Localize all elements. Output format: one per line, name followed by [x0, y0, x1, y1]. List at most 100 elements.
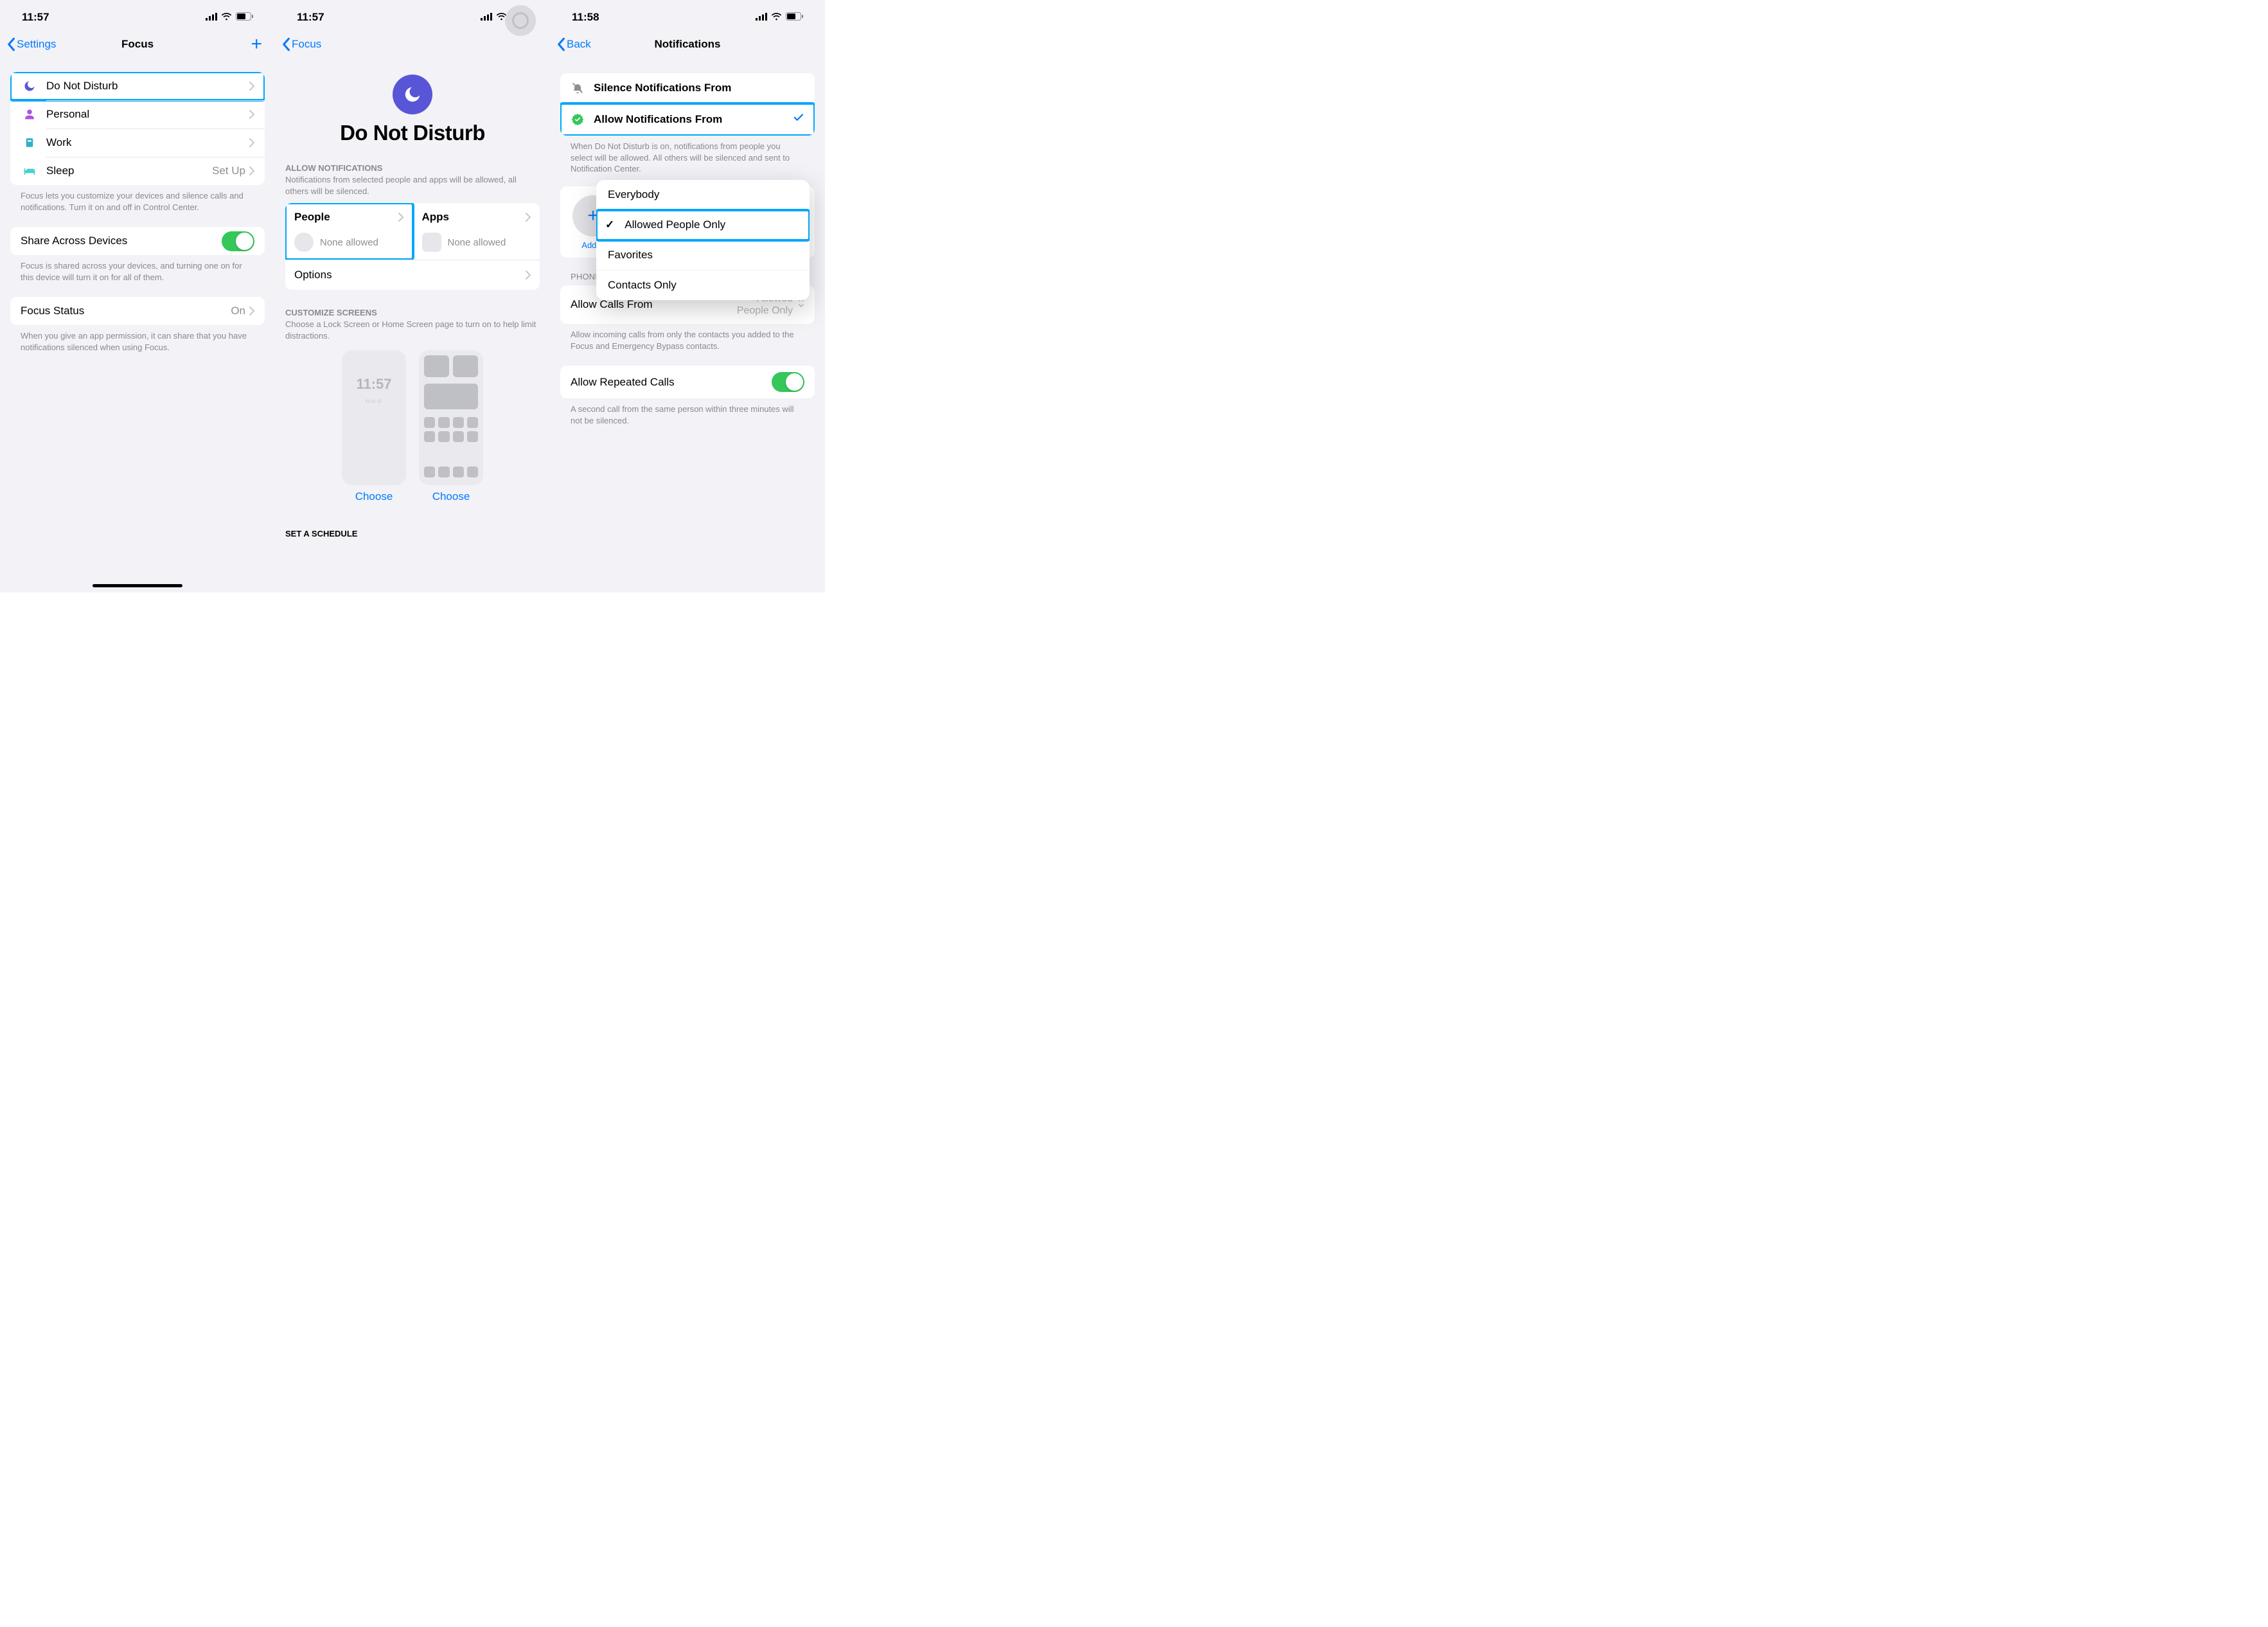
- row-detail: Set Up: [212, 164, 245, 177]
- row-label: Silence Notifications From: [594, 82, 804, 94]
- choose-buttons: Choose Choose: [275, 490, 550, 503]
- footer-text: A second call from the same person withi…: [550, 398, 825, 426]
- row-detail: On: [231, 305, 245, 317]
- app-placeholder: [453, 431, 464, 442]
- none-allowed-label: None allowed: [320, 237, 378, 248]
- cell-title: Apps: [422, 211, 450, 224]
- row-silence-from[interactable]: Silence Notifications From: [560, 73, 815, 103]
- row-personal[interactable]: Personal: [10, 100, 265, 129]
- row-focus-status[interactable]: Focus Status On: [10, 297, 265, 325]
- chevron-left-icon: [281, 37, 290, 51]
- dock-placeholder: [453, 467, 464, 477]
- popover-option-contacts-only[interactable]: Contacts Only: [596, 271, 810, 300]
- chevron-right-icon: [526, 271, 531, 280]
- status-time: 11:58: [572, 11, 599, 24]
- loading-indicator: [505, 5, 536, 36]
- choose-lock-button[interactable]: Choose: [342, 490, 406, 503]
- options-row[interactable]: Options: [285, 260, 540, 290]
- section-subtext: Notifications from selected people and a…: [275, 173, 550, 197]
- dock-placeholder: [438, 467, 449, 477]
- chevron-right-icon: [249, 110, 254, 119]
- nav-title: Notifications: [550, 38, 825, 51]
- status-bar: 11:58: [550, 0, 825, 30]
- chevron-left-icon: [6, 37, 15, 51]
- battery-icon: [236, 11, 253, 24]
- dock-placeholder: [424, 467, 435, 477]
- checkmark-icon: [793, 112, 804, 127]
- nav-bar: Focus: [275, 30, 550, 62]
- moon-icon: [21, 80, 39, 93]
- dnd-hero-title: Do Not Disturb: [275, 121, 550, 145]
- back-button[interactable]: Focus: [281, 37, 321, 51]
- footer-text: When you give an app permission, it can …: [10, 325, 265, 353]
- row-work[interactable]: Work: [10, 129, 265, 157]
- back-button[interactable]: Back: [556, 37, 591, 51]
- section-header: SET A SCHEDULE: [275, 529, 550, 538]
- screen-focus-list: 11:57 Settings Focus + Do Not Disturb: [0, 0, 275, 592]
- footer-text: Allow incoming calls from only the conta…: [550, 324, 825, 351]
- people-cell[interactable]: People None allowed: [285, 203, 413, 260]
- app-placeholder: [453, 417, 464, 428]
- row-share-across-devices[interactable]: Share Across Devices: [10, 227, 265, 255]
- row-label: Personal: [46, 108, 249, 121]
- cellular-icon: [206, 11, 217, 24]
- row-do-not-disturb[interactable]: Do Not Disturb: [10, 72, 265, 100]
- choose-home-button[interactable]: Choose: [419, 490, 483, 503]
- checkmark-seal-icon: [571, 113, 585, 126]
- bell-slash-icon: [571, 82, 585, 94]
- apps-cell[interactable]: Apps None allowed: [413, 203, 540, 260]
- popover-option-favorites[interactable]: Favorites: [596, 240, 810, 271]
- add-focus-button[interactable]: +: [251, 38, 269, 51]
- avatar-placeholder: [294, 233, 314, 252]
- status-time: 11:57: [297, 11, 324, 24]
- options-card: Options: [285, 260, 540, 290]
- section-header: CUSTOMIZE SCREENS: [275, 308, 550, 317]
- chevron-right-icon: [249, 307, 254, 316]
- notification-mode-group: Silence Notifications From Allow Notific…: [560, 73, 815, 136]
- app-placeholder: [438, 417, 449, 428]
- wifi-icon: [221, 11, 232, 24]
- row-label: Allow Calls From: [571, 298, 653, 311]
- dock-placeholder: [467, 467, 478, 477]
- widget-placeholder: [424, 355, 449, 377]
- preview-time: 11:57: [356, 376, 391, 393]
- row-label: Work: [46, 136, 249, 149]
- chevron-left-icon: [556, 37, 565, 51]
- wifi-icon: [771, 11, 782, 24]
- toggle-on[interactable]: [772, 372, 804, 392]
- app-placeholder: [438, 431, 449, 442]
- home-indicator[interactable]: [93, 584, 182, 587]
- row-label: Do Not Disturb: [46, 80, 249, 93]
- lock-screen-preview[interactable]: 11:57 ○○○: [342, 350, 406, 485]
- row-label: Allow Repeated Calls: [571, 376, 772, 389]
- cellular-icon: [756, 11, 767, 24]
- widget-placeholder: [453, 355, 478, 377]
- popover-option-everybody[interactable]: Everybody: [596, 180, 810, 210]
- status-indicators: [206, 11, 253, 24]
- status-bar: 11:57: [0, 0, 275, 30]
- screen-notifications: 11:58 Back Notifications Silence Notific…: [550, 0, 825, 592]
- toggle-on[interactable]: [222, 231, 254, 251]
- row-label: Share Across Devices: [21, 235, 222, 247]
- app-placeholder: [467, 431, 478, 442]
- popover-option-allowed-only[interactable]: Allowed People Only: [596, 210, 810, 240]
- nav-bar: Settings Focus +: [0, 30, 275, 62]
- chevron-right-icon: [249, 166, 254, 175]
- footer-text: Focus lets you customize your devices an…: [10, 185, 265, 213]
- row-sleep[interactable]: Sleep Set Up: [10, 157, 265, 185]
- app-placeholder: [424, 431, 435, 442]
- allow-notifications-card: People None allowed Apps None allowed: [285, 203, 540, 260]
- dnd-hero-icon: [393, 75, 432, 114]
- section-header: ALLOW NOTIFICATIONS: [275, 163, 550, 173]
- row-label: Sleep: [46, 164, 212, 177]
- footer-text: When Do Not Disturb is on, notifications…: [550, 136, 825, 175]
- home-screen-preview[interactable]: [419, 350, 483, 485]
- widget-placeholder: [424, 384, 478, 409]
- row-allow-repeated-calls[interactable]: Allow Repeated Calls: [560, 366, 815, 398]
- chevron-right-icon: [249, 138, 254, 147]
- chevron-right-icon: [398, 213, 403, 222]
- back-button[interactable]: Settings: [6, 37, 56, 51]
- row-allow-from[interactable]: Allow Notifications From: [560, 103, 815, 136]
- back-label: Focus: [292, 38, 321, 51]
- app-placeholder: [467, 417, 478, 428]
